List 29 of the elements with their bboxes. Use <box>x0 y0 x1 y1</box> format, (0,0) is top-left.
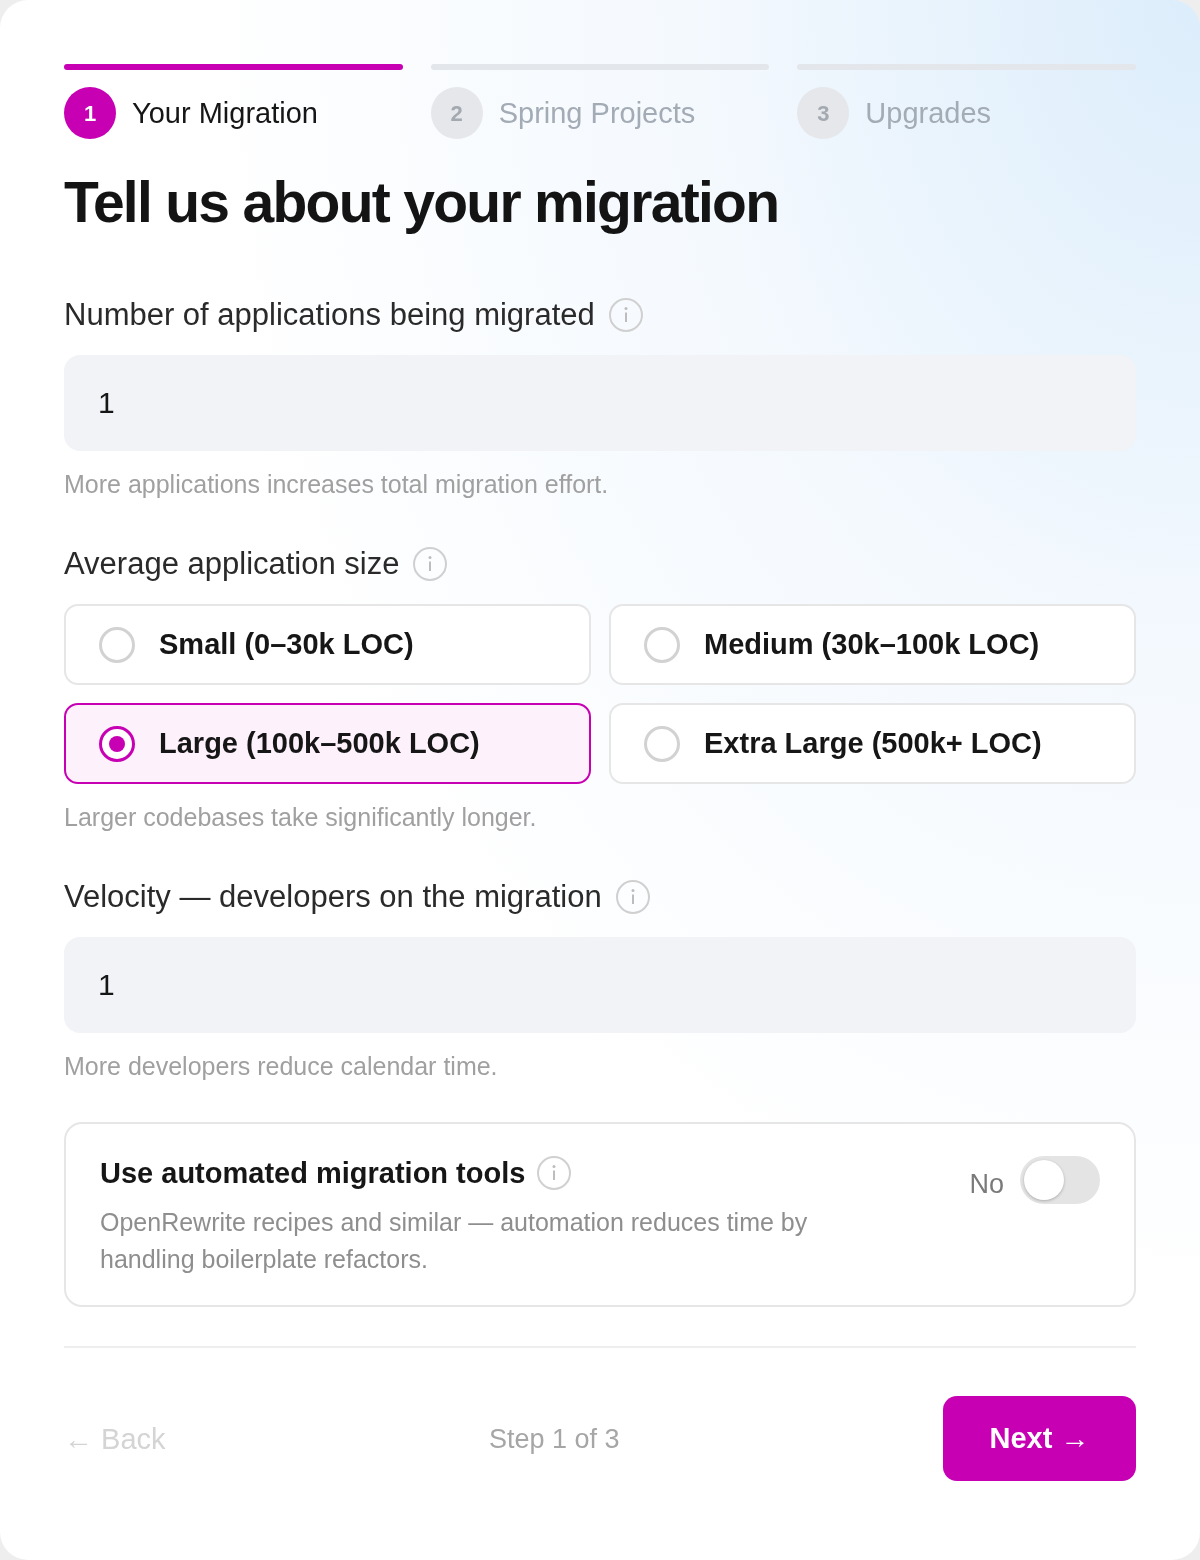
next-button[interactable]: Next → <box>943 1396 1136 1481</box>
number-input[interactable]: 1 <box>64 355 1136 451</box>
field-label: Number of applications being migrated <box>64 296 595 334</box>
step-label: Your Migration <box>132 96 318 131</box>
step-label: Spring Projects <box>498 96 696 131</box>
step-label: Upgrades <box>865 96 992 131</box>
page-heading: Tell us about your migration <box>64 169 780 236</box>
toggle-switch[interactable] <box>1020 1156 1100 1204</box>
field-hint: Larger codebases take significantly longer. <box>64 802 538 833</box>
info-icon <box>537 1156 572 1190</box>
radio-option[interactable]: Extra Large (500k+ LOC) <box>609 703 1136 784</box>
step-number: 2 <box>430 87 483 139</box>
radio-option[interactable]: Large (100k–500k LOC) <box>64 703 591 784</box>
toggle-state-label: No <box>969 1168 1004 1201</box>
number-input[interactable]: 1 <box>64 937 1136 1033</box>
automation-description: OpenRewrite recipes and similar — automation reduces time by handling boilerplate refactors. <box>100 1207 809 1275</box>
info-icon <box>413 547 448 581</box>
info-icon <box>615 880 650 914</box>
radio-option[interactable]: Medium (30k–100k LOC) <box>609 604 1136 685</box>
step-number: 3 <box>797 87 850 139</box>
field-label: Velocity — developers on the migration <box>64 878 602 916</box>
step-indicator: Step 1 of 3 <box>488 1422 620 1456</box>
info-icon <box>608 298 643 332</box>
field-label: Average application size <box>64 545 400 583</box>
step-number: 1 <box>64 87 116 139</box>
automation-title: Use automated migration tools <box>100 1156 526 1191</box>
field-hint: More developers reduce calendar time. <box>64 1051 499 1082</box>
field-hint: More applications increases total migration effort. <box>64 469 610 500</box>
radio-option[interactable]: Small (0–30k LOC) <box>64 604 591 685</box>
